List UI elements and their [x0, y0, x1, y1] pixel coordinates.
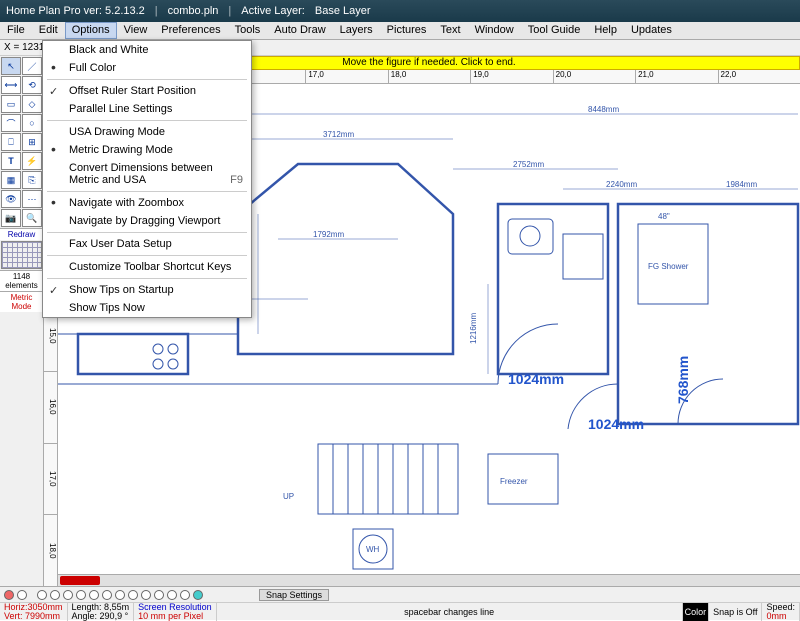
menu-item-show-tips-on-startup[interactable]: Show Tips on Startup [43, 281, 251, 299]
line-tool-icon[interactable]: ／ [22, 57, 42, 75]
tool-column: ↖ ／ ⟷ ⟲ ▭ ◇ ⌒ ○ ⎕ ⊞ T ⚡ ▦ ⎘ 👁 ⋯ 📷 🔍 Redr… [0, 56, 44, 586]
status-snap: Snap is Off [709, 603, 762, 621]
camera-tool-icon[interactable]: 📷 [1, 209, 21, 227]
dim-1216: 1216mm [469, 313, 478, 344]
dim-8448: 8448mm [588, 105, 619, 114]
menu-item-full-color[interactable]: Full Color [43, 59, 251, 77]
label-freezer: Freezer [500, 477, 528, 486]
label-up: UP [283, 492, 294, 501]
menu-edit[interactable]: Edit [32, 22, 65, 39]
snap-opt-icon[interactable] [193, 590, 203, 600]
snap-opt-icon[interactable] [37, 590, 47, 600]
menu-text[interactable]: Text [433, 22, 467, 39]
snap-dot-icon[interactable] [17, 590, 27, 600]
active-layer-label: Active Layer: [241, 5, 305, 17]
menu-view[interactable]: View [117, 22, 155, 39]
menu-tools[interactable]: Tools [228, 22, 268, 39]
drawing-mode: Metric Mode [0, 291, 43, 312]
status-length-angle: Length: 8,55mAngle: 290,9 ° [68, 603, 135, 621]
snap-settings-button[interactable]: Snap Settings [259, 589, 329, 601]
status-speed: Speed:0mm [762, 603, 800, 621]
dim-1024-a: 1024mm [508, 371, 564, 387]
options-menu[interactable]: Black and WhiteFull Color Offset Ruler St… [42, 40, 252, 318]
snap-opt-icon[interactable] [50, 590, 60, 600]
title-bar: Home Plan Pro ver: 5.2.13.2 | combo.pln … [0, 0, 800, 22]
snap-opt-icon[interactable] [141, 590, 151, 600]
dim-2240: 2240mm [606, 180, 637, 189]
menu-item-parallel-line-settings[interactable]: Parallel Line Settings [43, 100, 251, 118]
menu-tool-guide[interactable]: Tool Guide [521, 22, 588, 39]
menu-pictures[interactable]: Pictures [380, 22, 434, 39]
menu-item-black-and-white[interactable]: Black and White [43, 41, 251, 59]
menu-layers[interactable]: Layers [333, 22, 380, 39]
snap-opt-icon[interactable] [102, 590, 112, 600]
menu-item-fax-user-data-setup[interactable]: Fax User Data Setup [43, 235, 251, 253]
dim-1792: 1792mm [313, 230, 344, 239]
text-tool-icon[interactable]: T [1, 152, 21, 170]
menu-auto-draw[interactable]: Auto Draw [267, 22, 332, 39]
snap-opt-icon[interactable] [167, 590, 177, 600]
dim-1024-b: 1024mm [588, 416, 644, 432]
label-fg-shower: FG Shower [648, 262, 689, 271]
menu-item-convert-dimensions-between-met[interactable]: Convert Dimensions between Metric and US… [43, 159, 251, 189]
status-bar: Snap Settings Horiz:3050mmVert: 7990mm L… [0, 586, 800, 620]
rect-tool-icon[interactable]: ▭ [1, 95, 21, 113]
select-tool-icon[interactable]: ↖ [1, 57, 21, 75]
misc-tool-icon[interactable]: ⋯ [22, 190, 42, 208]
snap-opt-icon[interactable] [180, 590, 190, 600]
scrollbar-thumb[interactable] [60, 576, 100, 585]
menu-item-navigate-by-dragging-viewport[interactable]: Navigate by Dragging Viewport [43, 212, 251, 230]
menu-updates[interactable]: Updates [624, 22, 679, 39]
file-name: combo.pln [168, 5, 219, 17]
snap-opt-icon[interactable] [89, 590, 99, 600]
status-horiz-vert: Horiz:3050mmVert: 7990mm [0, 603, 68, 621]
snap-opt-icon[interactable] [63, 590, 73, 600]
menu-bar[interactable]: FileEditOptionsViewPreferencesToolsAuto … [0, 22, 800, 40]
label-wh: WH [366, 545, 380, 554]
dim-3712: 3712mm [323, 130, 354, 139]
app-title: Home Plan Pro ver: 5.2.13.2 [6, 5, 145, 17]
circle-tool-icon[interactable]: ○ [22, 114, 42, 132]
snap-bar: Snap Settings [0, 587, 800, 603]
dim-768: 768mm [675, 356, 691, 404]
menu-window[interactable]: Window [468, 22, 521, 39]
rotate-tool-icon[interactable]: ⟲ [22, 76, 42, 94]
hatch-tool-icon[interactable]: ▦ [1, 171, 21, 189]
dim-1984: 1984mm [726, 180, 757, 189]
fast-tool-icon[interactable]: ⚡ [22, 152, 42, 170]
element-count: 1148 elements [0, 270, 43, 291]
menu-item-navigate-with-zoombox[interactable]: Navigate with Zoombox [43, 194, 251, 212]
menu-file[interactable]: File [0, 22, 32, 39]
door-tool-icon[interactable]: ⎕ [1, 133, 21, 151]
zoom-tool-icon[interactable]: 🔍 [22, 209, 42, 227]
label-48in: 48" [658, 212, 670, 221]
menu-item-show-tips-now[interactable]: Show Tips Now [43, 299, 251, 317]
dim-2752: 2752mm [513, 160, 544, 169]
snap-opt-icon[interactable] [128, 590, 138, 600]
menu-item-usa-drawing-mode[interactable]: USA Drawing Mode [43, 123, 251, 141]
menu-preferences[interactable]: Preferences [154, 22, 227, 39]
window-tool-icon[interactable]: ⊞ [22, 133, 42, 151]
menu-options[interactable]: Options [65, 22, 117, 39]
scrollbar-horizontal[interactable] [58, 574, 800, 586]
status-color-button[interactable]: Color [683, 603, 710, 621]
active-layer: Base Layer [315, 5, 371, 17]
arc-tool-icon[interactable]: ⌒ [1, 114, 21, 132]
dim-tool-icon[interactable]: ⟷ [1, 76, 21, 94]
polygon-tool-icon[interactable]: ◇ [22, 95, 42, 113]
snap-toggle-icon[interactable] [4, 590, 14, 600]
hide-tool-icon[interactable]: 👁 [1, 190, 21, 208]
status-resolution: Screen Resolution10 mm per Pixel [134, 603, 217, 621]
status-hint: spacebar changes line [217, 603, 683, 621]
redraw-button[interactable]: Redraw [0, 228, 43, 240]
snap-opt-icon[interactable] [76, 590, 86, 600]
menu-help[interactable]: Help [587, 22, 624, 39]
menu-item-offset-ruler-start-position[interactable]: Offset Ruler Start Position [43, 82, 251, 100]
clone-tool-icon[interactable]: ⎘ [22, 171, 42, 189]
snap-opt-icon[interactable] [154, 590, 164, 600]
snap-opt-icon[interactable] [115, 590, 125, 600]
hatch-preview[interactable] [1, 241, 42, 269]
menu-item-metric-drawing-mode[interactable]: Metric Drawing Mode [43, 141, 251, 159]
menu-item-customize-toolbar-shortcut-key[interactable]: Customize Toolbar Shortcut Keys [43, 258, 251, 276]
